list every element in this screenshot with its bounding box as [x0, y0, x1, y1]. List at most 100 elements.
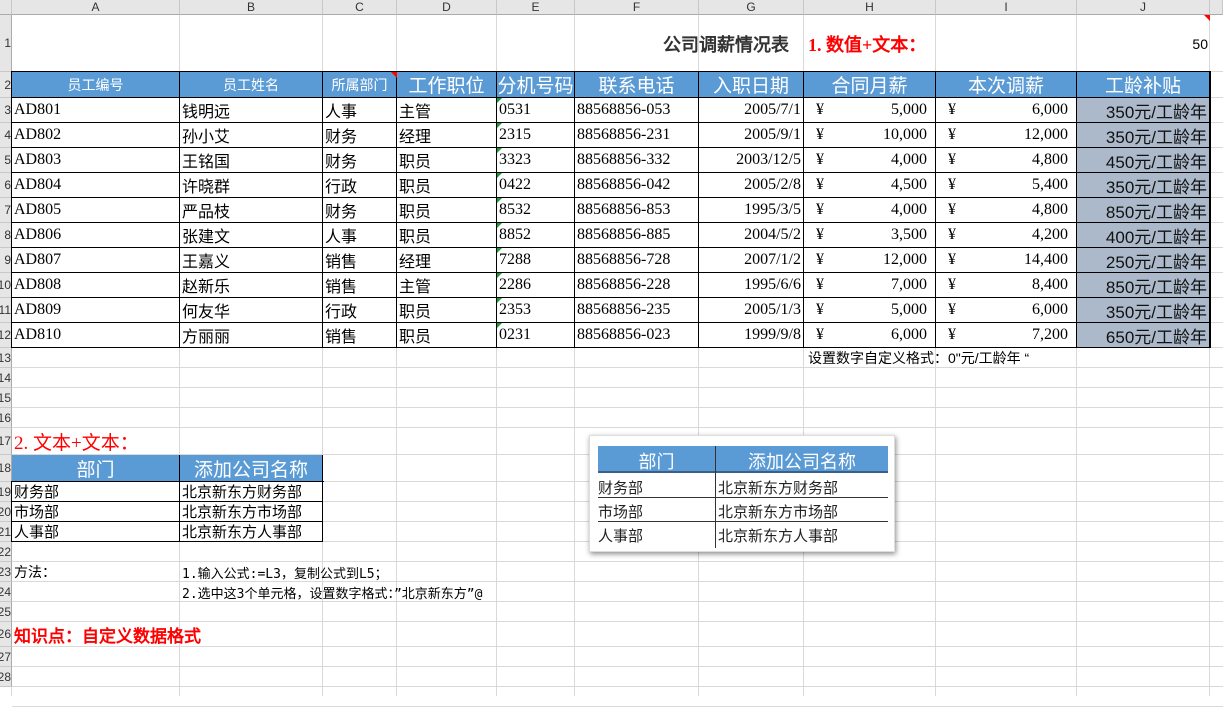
money-cell[interactable]: ¥14,400: [936, 248, 1077, 273]
data-cell[interactable]: AD806: [12, 223, 180, 248]
pasted-picture[interactable]: 部门 添加公司名称 财务部 北京新东方财务部 市场部 北京新东方市场部 人事部 …: [589, 435, 895, 552]
row-header-25[interactable]: 25: [0, 602, 12, 622]
row-header-2[interactable]: 2: [0, 72, 12, 98]
row-header-10[interactable]: 10: [0, 273, 12, 298]
data-cell[interactable]: 2353: [497, 298, 575, 323]
row-header-11[interactable]: 11: [0, 298, 12, 323]
table-header-4[interactable]: 工作职位: [397, 72, 497, 98]
row-header-1[interactable]: 1: [0, 15, 12, 72]
data-cell[interactable]: 2315: [497, 123, 575, 148]
data-cell[interactable]: 方丽丽: [180, 323, 323, 348]
money-cell[interactable]: ¥3,500: [804, 223, 936, 248]
data-cell[interactable]: 0231: [497, 323, 575, 348]
method-step-1[interactable]: 1.输入公式:=L3，复制公式到L5；: [180, 562, 699, 582]
seniority-allowance-cell[interactable]: 350元/工龄年: [1077, 123, 1210, 148]
data-cell[interactable]: 职员: [397, 298, 497, 323]
data-cell[interactable]: 88568856-728: [575, 248, 699, 273]
data-cell[interactable]: AD810: [12, 323, 180, 348]
row-header-14[interactable]: 14: [0, 368, 12, 388]
data-cell[interactable]: 职员: [397, 148, 497, 173]
money-cell[interactable]: ¥4,200: [936, 223, 1077, 248]
row-header-28[interactable]: 28: [0, 667, 12, 687]
table-header-6[interactable]: 联系电话: [575, 72, 699, 98]
table-header-9[interactable]: 本次调薪: [936, 72, 1077, 98]
data-cell[interactable]: 行政: [323, 173, 397, 198]
data-cell[interactable]: 财务: [323, 148, 397, 173]
seniority-allowance-cell[interactable]: 350元/工龄年: [1077, 298, 1210, 323]
row-header-27[interactable]: 27: [0, 647, 12, 667]
data-cell[interactable]: 何友华: [180, 298, 323, 323]
data-cell[interactable]: 人事: [323, 98, 397, 123]
money-cell[interactable]: ¥10,000: [804, 123, 936, 148]
section1-label[interactable]: 1. 数值+文本：: [804, 15, 1077, 72]
data-cell[interactable]: 王嘉义: [180, 248, 323, 273]
seniority-allowance-cell[interactable]: 250元/工龄年: [1077, 248, 1210, 273]
column-header-G[interactable]: G: [699, 0, 804, 15]
data-cell[interactable]: 1999/9/8: [699, 323, 804, 348]
dept-cell[interactable]: 市场部: [12, 502, 180, 522]
row-header-23[interactable]: 23: [0, 562, 12, 582]
row-header-21[interactable]: 21: [0, 522, 12, 542]
select-all-corner[interactable]: [0, 0, 12, 15]
data-cell[interactable]: 销售: [323, 323, 397, 348]
row-header-4[interactable]: 4: [0, 123, 12, 148]
table-header-10[interactable]: 工龄补贴: [1077, 72, 1210, 98]
data-cell[interactable]: 严品枝: [180, 198, 323, 223]
money-cell[interactable]: ¥8,400: [936, 273, 1077, 298]
data-cell[interactable]: 88568856-042: [575, 173, 699, 198]
data-cell[interactable]: 8532: [497, 198, 575, 223]
seniority-allowance-cell[interactable]: 350元/工龄年: [1077, 98, 1210, 123]
money-cell[interactable]: ¥4,000: [804, 148, 936, 173]
money-cell[interactable]: ¥6,000: [936, 98, 1077, 123]
row-header-20[interactable]: 20: [0, 502, 12, 522]
data-cell[interactable]: 职员: [397, 223, 497, 248]
data-cell[interactable]: 88568856-228: [575, 273, 699, 298]
table-header-5[interactable]: 分机号码: [497, 72, 575, 98]
column-header-I[interactable]: I: [936, 0, 1077, 15]
data-cell[interactable]: 主管: [397, 273, 497, 298]
data-cell[interactable]: 行政: [323, 298, 397, 323]
column-header-B[interactable]: B: [180, 0, 323, 15]
row-header-9[interactable]: 9: [0, 248, 12, 273]
data-cell[interactable]: AD809: [12, 298, 180, 323]
section2-label[interactable]: 2. 文本+文本：: [12, 428, 397, 455]
table-header-8[interactable]: 合同月薪: [804, 72, 936, 98]
seniority-allowance-cell[interactable]: 400元/工龄年: [1077, 223, 1210, 248]
data-cell[interactable]: 经理: [397, 123, 497, 148]
data-cell[interactable]: 7288: [497, 248, 575, 273]
data-cell[interactable]: 1995/6/6: [699, 273, 804, 298]
row-header-16[interactable]: 16: [0, 408, 12, 428]
data-cell[interactable]: 许晓群: [180, 173, 323, 198]
row-header-19[interactable]: 19: [0, 482, 12, 502]
seniority-allowance-cell[interactable]: 850元/工龄年: [1077, 198, 1210, 223]
company-header[interactable]: 添加公司名称: [180, 455, 323, 482]
money-cell[interactable]: ¥7,200: [936, 323, 1077, 348]
table-header-2[interactable]: 员工姓名: [180, 72, 323, 98]
data-cell[interactable]: 3323: [497, 148, 575, 173]
money-cell[interactable]: ¥6,000: [804, 323, 936, 348]
data-cell[interactable]: 0531: [497, 98, 575, 123]
data-cell[interactable]: 88568856-332: [575, 148, 699, 173]
money-cell[interactable]: ¥6,000: [936, 298, 1077, 323]
data-cell[interactable]: AD801: [12, 98, 180, 123]
data-cell[interactable]: AD802: [12, 123, 180, 148]
knowledge-label[interactable]: 知识点：自定义数据格式: [12, 622, 397, 647]
data-cell[interactable]: 赵新乐: [180, 273, 323, 298]
method-step-2[interactable]: 2.选中这3个单元格，设置数字格式：”北京新东方”@: [180, 582, 936, 602]
data-cell[interactable]: 职员: [397, 323, 497, 348]
data-cell[interactable]: 2005/1/3: [699, 298, 804, 323]
company-cell[interactable]: 北京新东方财务部: [180, 482, 323, 502]
money-cell[interactable]: ¥12,000: [804, 248, 936, 273]
data-cell[interactable]: 销售: [323, 273, 397, 298]
money-cell[interactable]: ¥5,400: [936, 173, 1077, 198]
data-cell[interactable]: 张建文: [180, 223, 323, 248]
format-note[interactable]: 设置数字自定义格式：0"元/工龄年 “: [804, 348, 1223, 368]
table-header-1[interactable]: 员工编号: [12, 72, 180, 98]
money-cell[interactable]: ¥7,000: [804, 273, 936, 298]
cell-J1[interactable]: 50: [1077, 15, 1210, 72]
row-header-12[interactable]: 12: [0, 323, 12, 348]
column-header-D[interactable]: D: [397, 0, 497, 15]
data-cell[interactable]: 2286: [497, 273, 575, 298]
data-cell[interactable]: 88568856-023: [575, 323, 699, 348]
data-cell[interactable]: 人事: [323, 223, 397, 248]
